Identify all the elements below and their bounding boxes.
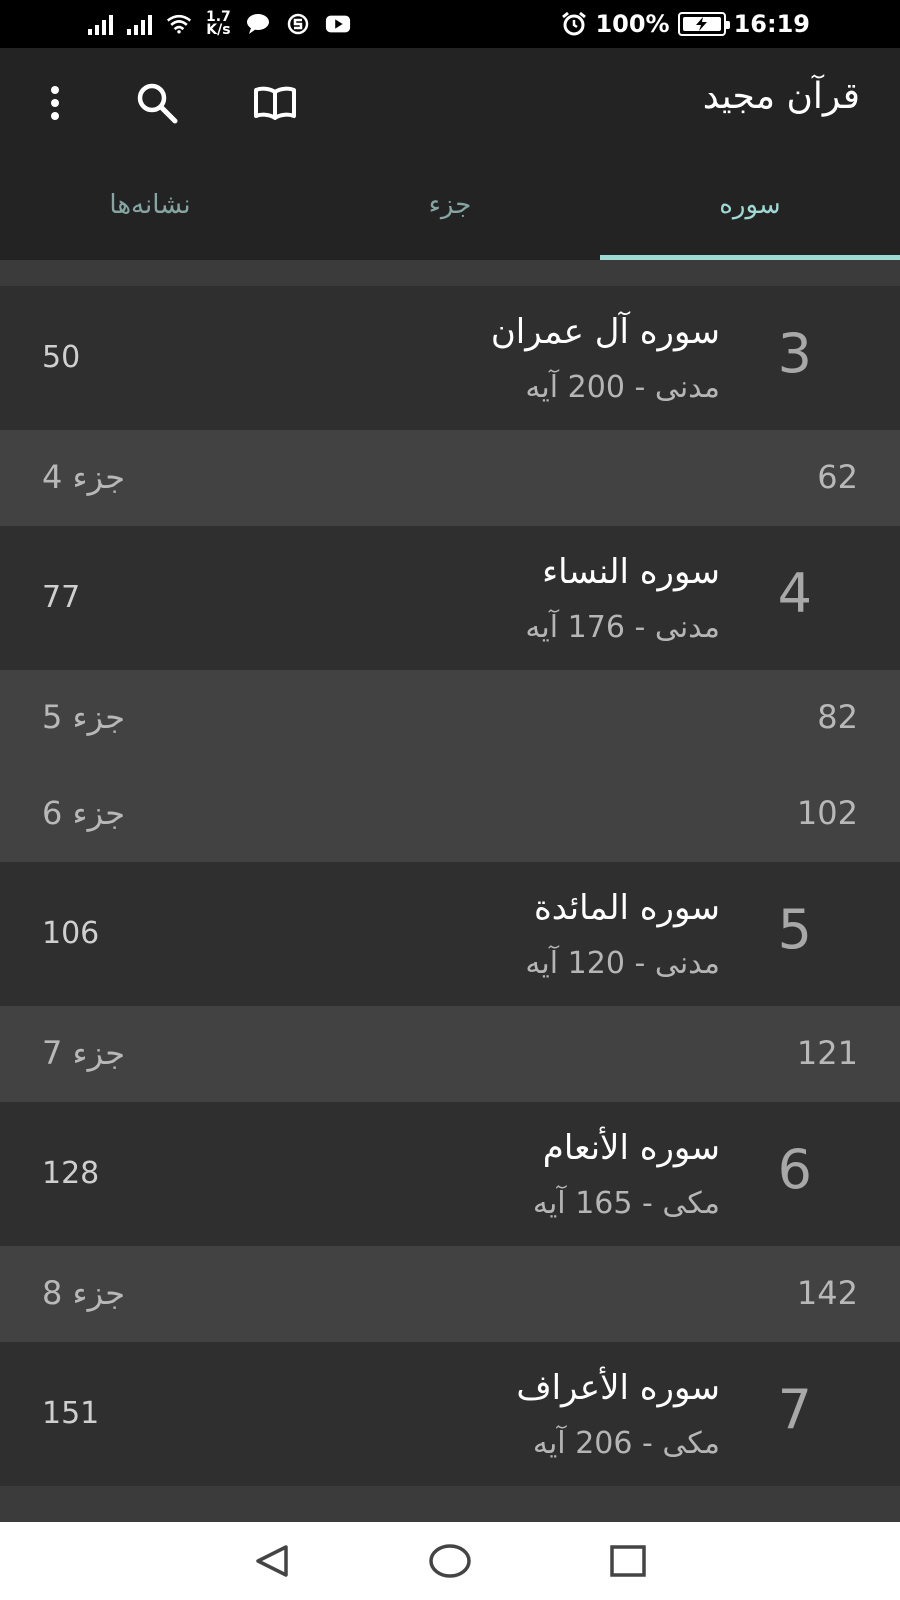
recents-icon[interactable] [604,1537,652,1585]
surah-page: 77 [42,580,81,615]
surah-list[interactable]: 3 سوره آل عمران مدنی - 200 آیه 50 جزء 4 … [0,286,900,1486]
juz-group: جزء 4 62 [0,430,900,526]
juz-row-4[interactable]: جزء 4 62 [0,430,900,526]
speed-unit: K/s [206,22,231,38]
book-icon[interactable] [250,78,300,128]
app-title: قرآن مجید [702,76,860,117]
status-bar: 1.7 K/s 100% 16:19 [0,0,900,48]
surah-meta: مدنی - 200 آیه [525,370,720,405]
battery-percent: 100% [595,10,670,38]
juz-label: جزء 7 [42,1034,126,1072]
app-bar: قرآن مجید [0,48,900,158]
juz-page: 82 [817,698,858,736]
surah-name: سوره الأعراف [516,1368,720,1408]
surah-meta: مدنی - 176 آیه [525,610,720,645]
surah-number: 6 [777,1138,812,1201]
network-speed: 1.7 K/s [206,10,231,38]
tab-juz[interactable]: جزء [300,158,600,260]
alarm-icon [561,11,587,36]
search-icon[interactable] [132,78,182,128]
system-nav-bar [0,1522,900,1600]
juz-row-5[interactable]: جزء 5 82 [0,670,900,766]
surah-number: 3 [777,322,812,385]
surah-name: سوره الأنعام [542,1128,720,1168]
signal-icon-2 [127,13,152,35]
surah-row-6[interactable]: 6 سوره الأنعام مکی - 165 آیه 128 [0,1102,900,1246]
tab-bookmarks[interactable]: نشانه‌ها [0,158,300,260]
youtube-icon [325,12,351,36]
surah-name: سوره النساء [542,552,720,592]
juz-row-6[interactable]: جزء 6 102 [0,766,900,862]
app-s-icon [285,12,311,36]
juz-page: 62 [817,458,858,496]
juz-label: جزء 6 [42,794,126,832]
wifi-icon [166,12,192,36]
surah-page: 106 [42,916,100,951]
surah-meta: مکی - 206 آیه [532,1426,720,1461]
tab-bar: سوره جزء نشانه‌ها [0,158,900,260]
surah-name: سوره آل عمران [490,312,720,352]
surah-row-7[interactable]: 7 سوره الأعراف مکی - 206 آیه 151 [0,1342,900,1486]
surah-number: 4 [777,562,812,625]
surah-name: سوره المائدة [533,888,720,928]
juz-label: جزء 4 [42,458,126,496]
surah-row-5[interactable]: 5 سوره المائدة مدنی - 120 آیه 106 [0,862,900,1006]
signal-icon [88,13,113,35]
surah-meta: مدنی - 120 آیه [525,946,720,981]
juz-page: 102 [796,794,858,832]
juz-label: جزء 8 [42,1274,126,1312]
surah-page: 151 [42,1396,100,1431]
tab-surah[interactable]: سوره [600,158,900,260]
juz-group: جزء 5 82 جزء 6 102 [0,670,900,862]
list-bottom-divider [0,1486,900,1522]
surah-number: 5 [777,898,812,961]
juz-label: جزء 5 [42,698,126,736]
surah-meta: مکی - 165 آیه [532,1186,720,1221]
chat-icon [245,12,271,36]
back-icon[interactable] [248,1537,296,1585]
battery-icon [677,12,730,36]
juz-group: جزء 7 121 [0,1006,900,1102]
clock: 16:19 [733,10,810,38]
home-icon[interactable] [426,1537,474,1585]
juz-page: 142 [796,1274,858,1312]
list-top-divider [0,260,900,286]
surah-row-4[interactable]: 4 سوره النساء مدنی - 176 آیه 77 [0,526,900,670]
more-vert-icon[interactable] [30,78,80,128]
surah-page: 50 [42,340,81,375]
surah-row-3[interactable]: 3 سوره آل عمران مدنی - 200 آیه 50 [0,286,900,430]
surah-page: 128 [42,1156,100,1191]
juz-row-7[interactable]: جزء 7 121 [0,1006,900,1102]
surah-number: 7 [777,1378,812,1441]
juz-page: 121 [796,1034,858,1072]
juz-group: جزء 8 142 [0,1246,900,1342]
juz-row-8[interactable]: جزء 8 142 [0,1246,900,1342]
